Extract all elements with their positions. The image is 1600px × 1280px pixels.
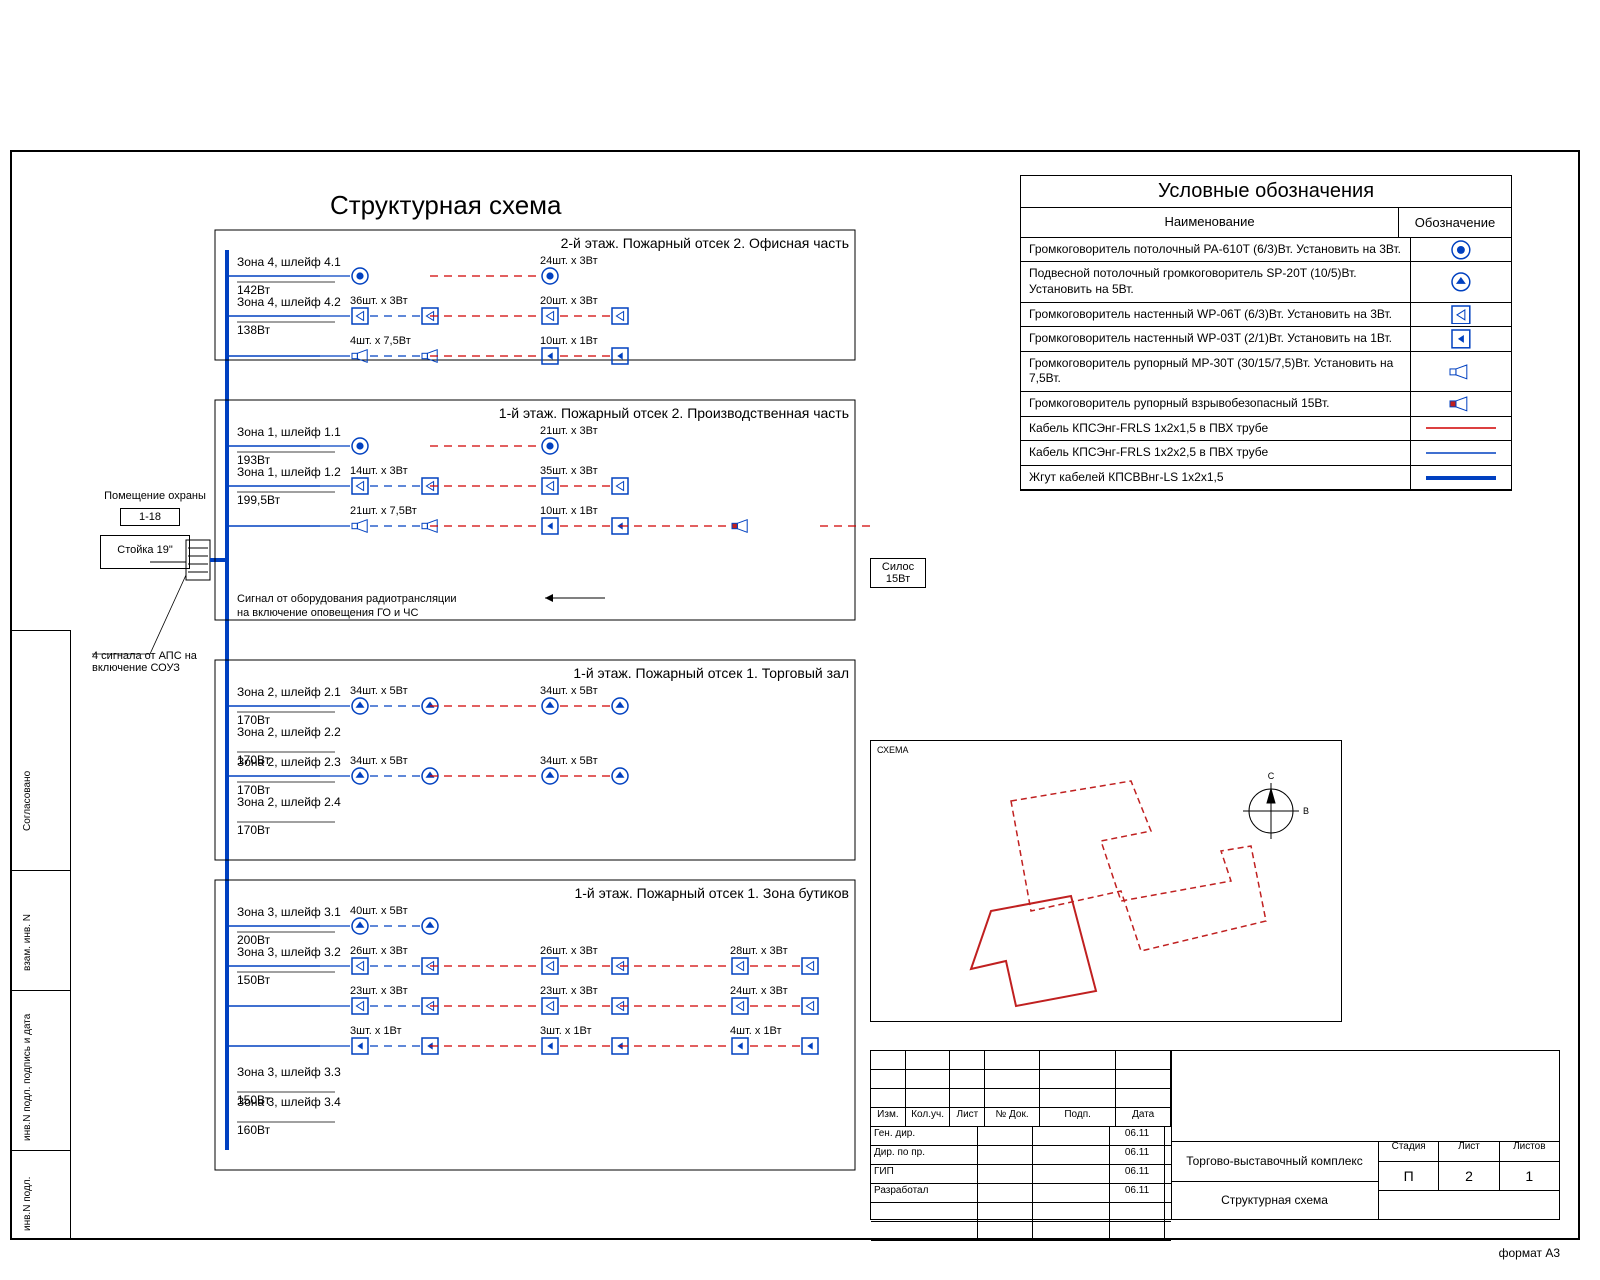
silo-power: 15Вт <box>873 573 923 585</box>
tb-role: ГИП <box>871 1165 978 1183</box>
tb-role: Разработал <box>871 1184 978 1202</box>
svg-text:на включение оповещения ГО и Ч: на включение оповещения ГО и ЧС <box>237 607 418 619</box>
svg-text:199,5Вт: 199,5Вт <box>237 493 281 507</box>
svg-text:10шт. х 1Вт: 10шт. х 1Вт <box>540 505 598 517</box>
svg-text:26шт. х 3Вт: 26шт. х 3Вт <box>540 945 598 957</box>
aps-note: 4 сигнала от АПС на включение СОУЗ <box>92 650 212 674</box>
svg-text:1-й этаж. Пожарный отсек 1. То: 1-й этаж. Пожарный отсек 1. Торговый зал <box>573 665 849 681</box>
svg-text:Зона 3, шлейф 3.2: Зона 3, шлейф 3.2 <box>237 945 341 959</box>
sheet-no: 2 <box>1439 1162 1499 1190</box>
svg-text:10шт. х 1Вт: 10шт. х 1Вт <box>540 335 598 347</box>
svg-text:В: В <box>1303 806 1309 816</box>
svg-text:Зона 4, шлейф 4.2: Зона 4, шлейф 4.2 <box>237 295 341 309</box>
svg-text:21шт. х 3Вт: 21шт. х 3Вт <box>540 425 598 437</box>
svg-text:24шт. х 3Вт: 24шт. х 3Вт <box>540 255 598 267</box>
svg-text:34шт. х 5Вт: 34шт. х 5Вт <box>540 685 598 697</box>
tb-role: Дир. по пр. <box>871 1146 978 1164</box>
svg-text:23шт. х 3Вт: 23шт. х 3Вт <box>350 985 408 997</box>
svg-text:23шт. х 3Вт: 23шт. х 3Вт <box>540 985 598 997</box>
svg-text:2-й этаж. Пожарный отсек 2. Оф: 2-й этаж. Пожарный отсек 2. Офисная част… <box>561 235 849 251</box>
svg-text:С: С <box>1268 771 1275 781</box>
svg-text:1-й этаж. Пожарный отсек 1. Зо: 1-й этаж. Пожарный отсек 1. Зона бутиков <box>574 885 849 901</box>
svg-text:3шт. х 1Вт: 3шт. х 1Вт <box>350 1025 402 1037</box>
tb-date: 06.11 <box>1110 1146 1165 1164</box>
svg-text:34шт. х 5Вт: 34шт. х 5Вт <box>540 755 598 767</box>
svg-text:34шт. х 5Вт: 34шт. х 5Вт <box>350 755 408 767</box>
svg-text:1-й этаж. Пожарный отсек 2. Пр: 1-й этаж. Пожарный отсек 2. Производстве… <box>499 405 849 421</box>
tb-role: Ген. дир. <box>871 1127 978 1145</box>
svg-text:Зона 3, шлейф 3.3: Зона 3, шлейф 3.3 <box>237 1065 341 1079</box>
tb-col: Лист <box>950 1108 985 1126</box>
tb-col: № Док. <box>985 1108 1040 1126</box>
svg-text:Зона 3, шлейф 3.4: Зона 3, шлейф 3.4 <box>237 1095 341 1109</box>
sheet-title: Структурная схема <box>1171 1181 1378 1219</box>
svg-text:170Вт: 170Вт <box>237 823 271 837</box>
format-label: формат А3 <box>1499 1246 1560 1260</box>
title-block: Изм.Кол.уч.Лист№ Док.Подп.Дата Ген. дир. 0… <box>870 1050 1560 1220</box>
drawing-sheet: Согласовано взам. инв. N инв.N подл. под… <box>0 0 1600 1280</box>
site-minimap: СХЕМА С В <box>870 740 1342 1022</box>
svg-text:3шт. х 1Вт: 3шт. х 1Вт <box>540 1025 592 1037</box>
silo-label: Силос <box>873 561 923 573</box>
minimap-label: СХЕМА <box>877 745 909 755</box>
svg-text:26шт. х 3Вт: 26шт. х 3Вт <box>350 945 408 957</box>
svg-text:20шт. х 3Вт: 20шт. х 3Вт <box>540 295 598 307</box>
svg-text:36шт. х 3Вт: 36шт. х 3Вт <box>350 295 408 307</box>
svg-text:Зона 2, шлейф 2.2: Зона 2, шлейф 2.2 <box>237 725 341 739</box>
project-name: Торгово-выставочный комплекс <box>1171 1141 1378 1182</box>
tb-date: 06.11 <box>1110 1184 1165 1202</box>
svg-text:40шт. х 5Вт: 40шт. х 5Вт <box>350 905 408 917</box>
svg-text:Зона 3, шлейф 3.1: Зона 3, шлейф 3.1 <box>237 905 341 919</box>
svg-text:35шт. х 3Вт: 35шт. х 3Вт <box>540 465 598 477</box>
svg-text:Зона 4, шлейф 4.1: Зона 4, шлейф 4.1 <box>237 255 341 269</box>
tb-date: 06.11 <box>1110 1127 1165 1145</box>
stage: П <box>1379 1162 1439 1190</box>
tb-col: Подп. <box>1040 1108 1116 1126</box>
svg-text:138Вт: 138Вт <box>237 323 271 337</box>
tb-col: Изм. <box>871 1108 906 1126</box>
svg-text:Зона 2, шлейф 2.4: Зона 2, шлейф 2.4 <box>237 795 341 809</box>
svg-text:24шт. х 3Вт: 24шт. х 3Вт <box>730 985 788 997</box>
svg-text:34шт. х 5Вт: 34шт. х 5Вт <box>350 685 408 697</box>
silo-box: Силос 15Вт <box>870 558 926 588</box>
tb-col: Кол.уч. <box>906 1108 951 1126</box>
minimap-svg: С В <box>871 741 1341 1021</box>
svg-text:4шт. х 7,5Вт: 4шт. х 7,5Вт <box>350 335 411 347</box>
tb-col: Дата <box>1116 1108 1171 1126</box>
svg-text:160Вт: 160Вт <box>237 1123 271 1137</box>
svg-text:4шт. х 1Вт: 4шт. х 1Вт <box>730 1025 782 1037</box>
svg-text:21шт. х 7,5Вт: 21шт. х 7,5Вт <box>350 505 417 517</box>
rack-label: Стойка 19" <box>100 535 190 569</box>
svg-text:Зона 2, шлейф 2.3: Зона 2, шлейф 2.3 <box>237 755 341 769</box>
svg-text:Сигнал от оборудования радиотр: Сигнал от оборудования радиотрансляции <box>237 593 457 605</box>
guard-range: 1-18 <box>120 508 180 526</box>
total-sheets: 1 <box>1500 1162 1559 1190</box>
svg-text:Зона 1, шлейф 1.2: Зона 1, шлейф 1.2 <box>237 465 341 479</box>
svg-text:150Вт: 150Вт <box>237 973 271 987</box>
guard-room-label: Помещение охраны <box>90 490 220 502</box>
tb-date: 06.11 <box>1110 1165 1165 1183</box>
svg-text:14шт. х 3Вт: 14шт. х 3Вт <box>350 465 408 477</box>
svg-text:Зона 1, шлейф 1.1: Зона 1, шлейф 1.1 <box>237 425 341 439</box>
svg-text:28шт. х 3Вт: 28шт. х 3Вт <box>730 945 788 957</box>
svg-text:Зона 2, шлейф 2.1: Зона 2, шлейф 2.1 <box>237 685 341 699</box>
